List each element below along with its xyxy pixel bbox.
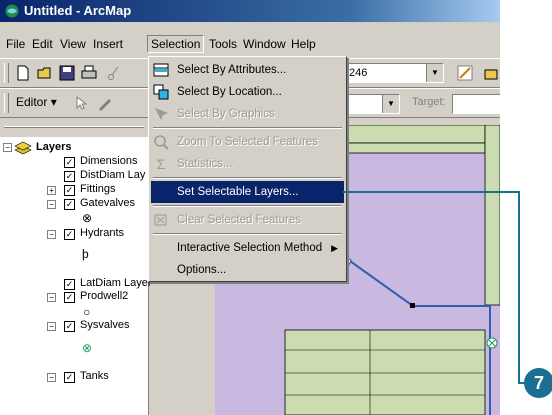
task-combo[interactable]: ▼ (346, 94, 400, 114)
parcel (344, 142, 486, 154)
layer-checkbox[interactable]: ✓ (64, 321, 75, 332)
menu-item-clear-selected: Clear Selected Features (151, 209, 344, 231)
map-scale-combo[interactable]: 246 ▼ (346, 63, 444, 83)
select-location-icon (153, 84, 169, 100)
layer-name-tanks[interactable]: Tanks (80, 370, 109, 382)
parcel (344, 125, 486, 144)
expand-icon[interactable]: + (47, 186, 56, 195)
menu-edit[interactable]: Edit (29, 36, 56, 52)
parcel (484, 125, 500, 306)
menu-file[interactable]: File (3, 36, 28, 52)
arcmap-window: Untitled - ArcMap File Edit View Insert … (0, 0, 500, 415)
menu-separator (153, 205, 342, 207)
sysvalve-symbol-icon: ⊗ (82, 341, 93, 355)
sigma-icon: Σ (156, 156, 166, 172)
print-icon[interactable] (80, 64, 98, 82)
cut-icon[interactable] (106, 64, 124, 82)
layer-name-latdiam[interactable]: LatDiam Layer (80, 277, 152, 289)
menu-item-interactive-selection-method[interactable]: Interactive Selection Method ▶ (151, 237, 344, 259)
title-bar: Untitled - ArcMap (0, 0, 500, 22)
chevron-down-icon[interactable]: ▼ (426, 64, 443, 82)
layer-checkbox[interactable]: ✓ (64, 372, 75, 383)
edit-tool-icon[interactable] (72, 94, 90, 112)
arcmap-globe-icon (5, 4, 19, 18)
vertex (410, 303, 415, 308)
toolbar-grip[interactable] (4, 63, 9, 83)
target-label: Target: (412, 96, 446, 108)
sketch-tool-icon[interactable] (96, 94, 114, 112)
menu-help[interactable]: Help (288, 36, 319, 52)
layer-checkbox[interactable]: ✓ (64, 157, 75, 168)
clear-selection-icon (153, 212, 169, 228)
water-main-line (349, 260, 490, 307)
menu-item-select-by-graphics: Select By Graphics (151, 103, 344, 125)
menu-item-options[interactable]: Options... (151, 259, 344, 281)
collapse-icon[interactable]: − (47, 373, 56, 382)
selection-menu-dropdown: Select By Attributes... Select By Locati… (148, 56, 347, 282)
menu-selection[interactable]: Selection (147, 35, 205, 53)
hydrant-symbol-icon: ϸ (82, 247, 89, 261)
gatevalve-symbol-icon: ⊗ (82, 211, 93, 225)
layer-checkbox[interactable]: ✓ (64, 185, 75, 196)
save-icon[interactable] (58, 64, 76, 82)
layer-name-fittings[interactable]: Fittings (80, 183, 115, 195)
layer-checkbox[interactable]: ✓ (64, 229, 75, 240)
menu-item-select-by-location[interactable]: Select By Location... (151, 81, 344, 103)
menu-view[interactable]: View (57, 36, 89, 52)
open-folder-icon[interactable] (36, 64, 54, 82)
zoom-selected-icon (153, 134, 169, 150)
menu-separator (153, 177, 342, 179)
collapse-icon[interactable]: − (47, 200, 56, 209)
layer-checkbox[interactable]: ✓ (64, 292, 75, 303)
layer-checkbox[interactable]: ✓ (64, 279, 75, 290)
new-document-icon[interactable] (14, 64, 32, 82)
collapse-icon[interactable]: − (47, 322, 56, 331)
window-title: Untitled - ArcMap (24, 3, 132, 18)
toc-grip[interactable] (4, 126, 144, 128)
menu-item-statistics: Σ Statistics... (151, 153, 344, 175)
select-graphics-icon (153, 106, 169, 122)
collapse-icon[interactable]: − (47, 293, 56, 302)
submenu-arrow-icon: ▶ (331, 243, 338, 253)
layer-name-prodwell2[interactable]: Prodwell2 (80, 290, 128, 302)
menu-item-set-selectable-layers[interactable]: Set Selectable Layers... (151, 181, 344, 203)
collapse-icon[interactable]: − (47, 230, 56, 239)
step-callout-badge: 7 (524, 368, 552, 398)
layer-name-distdiam[interactable]: DistDiam Lay (80, 169, 145, 181)
menu-separator (153, 127, 342, 129)
layer-name-gatevalves[interactable]: Gatevalves (80, 197, 135, 209)
table-of-contents: − Layers ✓ Dimensions ✓ DistDiam Lay + ✓… (0, 137, 152, 415)
menu-item-zoom-to-selected: Zoom To Selected Features (151, 131, 344, 153)
toc-root-layers[interactable]: Layers (36, 141, 71, 153)
layer-name-dimensions[interactable]: Dimensions (80, 155, 137, 167)
chevron-down-icon[interactable]: ▼ (382, 95, 399, 113)
layer-checkbox[interactable]: ✓ (64, 199, 75, 210)
select-attributes-icon (153, 62, 169, 78)
layer-checkbox[interactable]: ✓ (64, 171, 75, 182)
editor-toolbar-icon[interactable] (456, 64, 474, 82)
menu-window[interactable]: Window (240, 36, 289, 52)
menu-bar: File Edit View Insert Selection Tools Wi… (0, 34, 500, 54)
layer-name-hydrants[interactable]: Hydrants (80, 227, 124, 239)
toc-header (0, 118, 148, 138)
menu-insert[interactable]: Insert (90, 36, 126, 52)
toolbar-grip[interactable] (4, 93, 9, 113)
editor-menu[interactable]: Editor ▾ (16, 95, 57, 109)
menu-separator (153, 233, 342, 235)
collapse-icon[interactable]: − (3, 143, 12, 152)
menu-tools[interactable]: Tools (206, 36, 240, 52)
layer-name-sysvalves[interactable]: Sysvalves (80, 319, 130, 331)
target-combo[interactable] (452, 94, 500, 114)
arc-catalog-icon[interactable] (482, 64, 500, 82)
menu-item-select-by-attributes[interactable]: Select By Attributes... (151, 59, 344, 81)
parcel (284, 329, 486, 415)
prodwell-symbol-icon: ○ (83, 305, 91, 319)
map-scale-value: 246 (349, 67, 368, 79)
layers-icon (14, 141, 32, 155)
